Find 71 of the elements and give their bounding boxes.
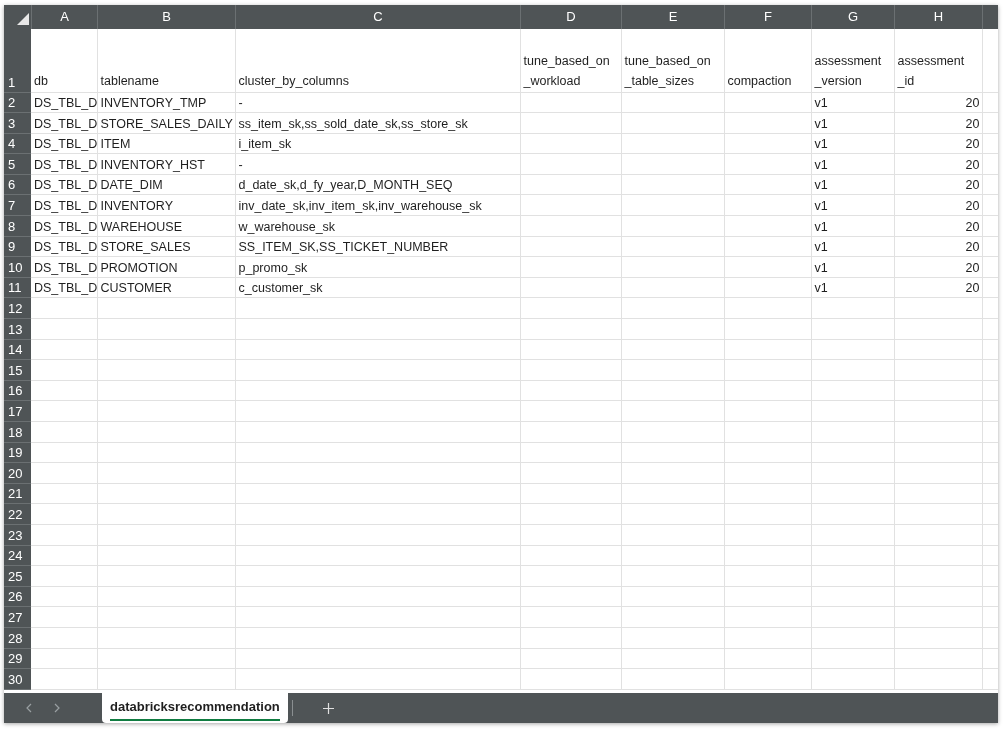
table-cell[interactable]: 20 xyxy=(894,236,982,257)
table-cell[interactable]: INVENTORY_TMP xyxy=(97,92,235,113)
table-cell[interactable]: d_date_sk,d_fy_year,D_MONTH_SEQ xyxy=(235,174,520,195)
table-cell[interactable]: inv_date_sk,inv_item_sk,inv_warehouse_sk xyxy=(235,194,520,216)
table-cell[interactable]: STORE_SALES xyxy=(97,236,235,257)
table-cell[interactable]: v1 xyxy=(811,174,894,195)
column-title-cell[interactable]: compaction xyxy=(724,29,811,92)
column-header[interactable]: B xyxy=(97,5,235,29)
table-cell[interactable]: v1 xyxy=(811,133,894,154)
column-title-cell[interactable]: assessment_id xyxy=(894,29,982,92)
table-cell[interactable]: STORE_SALES_DAILY xyxy=(97,112,235,134)
table-cell[interactable]: DS_TBL_D xyxy=(31,194,97,216)
column-title-cell[interactable]: tune_based_on_workload xyxy=(520,29,621,92)
table-cell[interactable]: v1 xyxy=(811,153,894,175)
table-cell[interactable]: 20 xyxy=(894,92,982,113)
column-title-cell[interactable]: cluster_by_columns xyxy=(235,29,520,92)
table-cell[interactable]: 20 xyxy=(894,277,982,298)
table-cell[interactable]: 20 xyxy=(894,215,982,237)
column-header[interactable]: H xyxy=(894,5,982,29)
chevron-right-icon[interactable] xyxy=(54,703,60,713)
column-title-cell[interactable]: db xyxy=(31,29,97,92)
select-all-icon[interactable] xyxy=(17,12,29,25)
chevron-left-icon[interactable] xyxy=(26,703,32,713)
table-cell[interactable]: ss_item_sk,ss_sold_date_sk,ss_store_sk xyxy=(235,112,520,134)
table-cell[interactable]: - xyxy=(235,153,520,175)
column-header[interactable]: F xyxy=(724,5,811,29)
table-cell[interactable]: 20 xyxy=(894,133,982,154)
sheet-tab[interactable]: databricksrecommendation xyxy=(102,693,288,723)
table-cell[interactable]: PROMOTION xyxy=(97,256,235,278)
column-header[interactable]: A xyxy=(31,5,97,29)
table-cell[interactable]: DS_TBL_D xyxy=(31,236,97,257)
table-cell[interactable]: 20 xyxy=(894,194,982,216)
table-cell[interactable]: DS_TBL_D xyxy=(31,256,97,278)
table-cell[interactable]: v1 xyxy=(811,112,894,134)
row-number[interactable]: 1 xyxy=(8,74,16,90)
table-cell[interactable]: v1 xyxy=(811,194,894,216)
table-cell[interactable]: v1 xyxy=(811,256,894,278)
table-cell[interactable]: DATE_DIM xyxy=(97,174,235,195)
column-header[interactable]: C xyxy=(235,5,520,29)
table-cell[interactable]: 20 xyxy=(894,174,982,195)
table-cell[interactable]: v1 xyxy=(811,92,894,113)
table-cell[interactable]: DS_TBL_D xyxy=(31,277,97,298)
table-cell[interactable]: INVENTORY xyxy=(97,194,235,216)
table-cell[interactable]: i_item_sk xyxy=(235,133,520,154)
table-cell[interactable]: DS_TBL_D xyxy=(31,133,97,154)
table-cell[interactable]: - xyxy=(235,92,520,113)
table-cell[interactable]: 20 xyxy=(894,256,982,278)
table-cell[interactable]: WAREHOUSE xyxy=(97,215,235,237)
plus-icon[interactable] xyxy=(322,702,334,714)
column-header[interactable]: G xyxy=(811,5,894,29)
column-header[interactable]: D xyxy=(520,5,621,29)
table-cell[interactable]: DS_TBL_D xyxy=(31,112,97,134)
table-cell[interactable]: 20 xyxy=(894,112,982,134)
table-cell[interactable]: DS_TBL_D xyxy=(31,153,97,175)
table-cell[interactable]: DS_TBL_D xyxy=(31,215,97,237)
table-cell[interactable]: ITEM xyxy=(97,133,235,154)
table-cell[interactable]: 20 xyxy=(894,153,982,175)
table-cell[interactable]: SS_ITEM_SK,SS_TICKET_NUMBER xyxy=(235,236,520,257)
column-title-cell[interactable]: tablename xyxy=(97,29,235,92)
table-cell[interactable]: DS_TBL_D xyxy=(31,174,97,195)
column-header[interactable]: E xyxy=(621,5,724,29)
table-cell[interactable]: w_warehouse_sk xyxy=(235,215,520,237)
column-title-cell[interactable]: tune_based_on_table_sizes xyxy=(621,29,724,92)
table-cell[interactable]: v1 xyxy=(811,277,894,298)
table-cell[interactable]: CUSTOMER xyxy=(97,277,235,298)
table-cell[interactable]: DS_TBL_D xyxy=(31,92,97,113)
table-cell[interactable]: c_customer_sk xyxy=(235,277,520,298)
table-cell[interactable]: INVENTORY_HST xyxy=(97,153,235,175)
table-cell[interactable]: v1 xyxy=(811,215,894,237)
table-cell[interactable]: p_promo_sk xyxy=(235,256,520,278)
table-cell[interactable]: v1 xyxy=(811,236,894,257)
